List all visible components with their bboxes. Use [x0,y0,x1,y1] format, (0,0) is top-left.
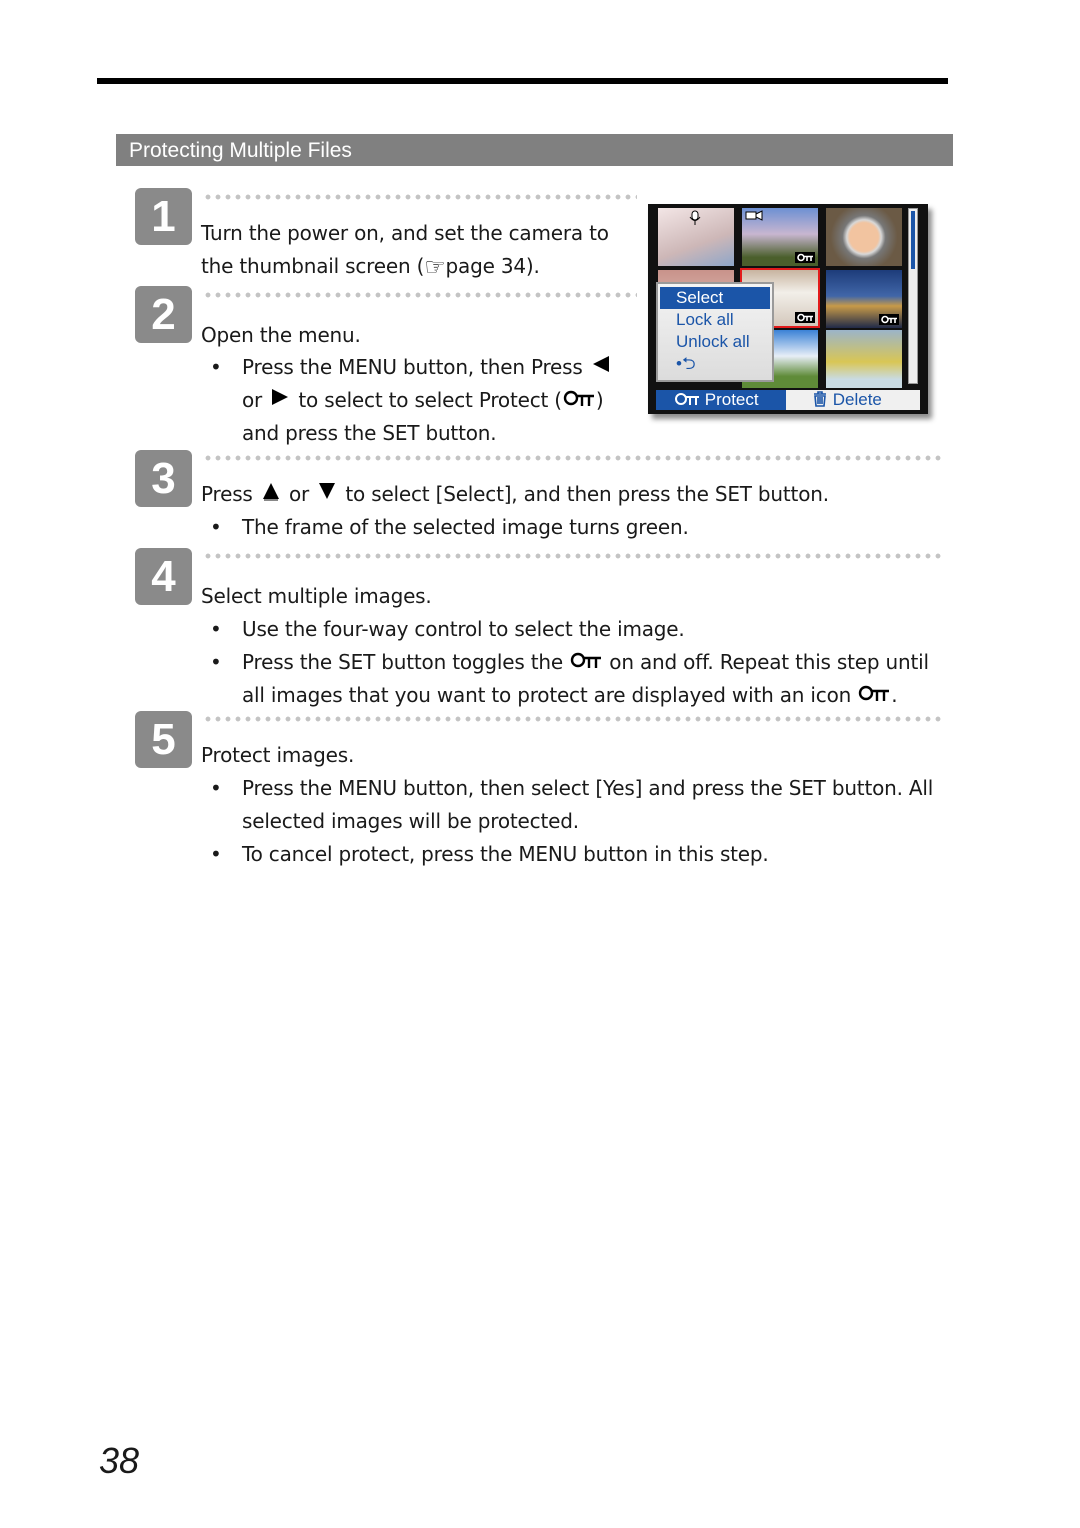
protect-menu: Select Lock all Unlock all •⮌ [656,282,774,382]
bullet-marker: • [210,617,222,641]
return-icon: •⮌ [676,354,696,373]
thumbnail-image[interactable] [826,208,902,266]
menu-item-unlock-all[interactable]: Unlock all [658,331,772,353]
step-2-bullet-line1: Press the MENU button, then Press [242,355,613,379]
trash-icon [814,391,826,407]
protect-key-icon [859,685,890,701]
thumbnail-image[interactable] [826,330,902,388]
protect-tab[interactable]: Protect [656,390,786,410]
step-1-text: Turn the power on, and set the camera to [201,221,609,245]
scrollbar[interactable] [908,208,918,384]
thumbnail-image[interactable] [742,208,818,266]
right-arrow-icon [272,389,289,405]
protect-key-icon [563,390,594,406]
camera-thumbnail-screen: Select Lock all Unlock all •⮌ Protect De… [648,204,928,414]
protect-key-icon [570,652,602,668]
menu-item-lock-all[interactable]: Lock all [658,309,772,331]
down-arrow-icon [319,483,336,499]
dotted-divider [203,455,943,461]
scrollbar-thumb[interactable] [911,211,915,269]
dotted-divider [203,194,637,200]
camera-bottom-bar: Protect Delete [656,390,920,410]
step-3-bullet: The frame of the selected image turns gr… [242,515,689,539]
step-2-bullet-line3: and press the SET button. [242,421,497,445]
step-4-bullet-2-cont: all images that you want to protect are … [242,683,898,707]
step-2-bullet-line2: or to select to select Protect () [242,388,604,412]
lock-icon [795,312,815,323]
dotted-divider [203,553,943,559]
delete-tab[interactable]: Delete [812,390,882,410]
step-5-bullet-1: Press the MENU button, then select [Yes]… [242,776,934,800]
step-number-5: 5 [135,711,192,768]
step-3-heading: Press or to select [Select], and then pr… [201,482,829,506]
step-number-1: 1 [135,188,192,245]
pointing-hand-icon: ☞ [424,253,446,281]
bullet-marker: • [210,515,222,539]
top-rule [97,78,948,84]
thumbnail-image[interactable] [826,270,902,328]
up-arrow-icon [262,483,279,499]
step-2-heading: Open the menu. [201,323,361,347]
bullet-marker: • [210,650,222,674]
menu-item-select[interactable]: Select [660,287,770,309]
voice-memo-icon [689,210,701,225]
lock-icon [879,314,899,325]
menu-item-return[interactable]: •⮌ [658,353,772,375]
step-5-bullet-1-cont: selected images will be protected. [242,809,579,833]
step-4-bullet-2: Press the SET button toggles the on and … [242,650,929,674]
step-number-4: 4 [135,548,192,605]
protect-key-icon [675,393,699,405]
bullet-marker: • [210,776,222,800]
step-4-heading: Select multiple images. [201,584,432,608]
step-number-3: 3 [135,450,192,507]
thumbnail-image[interactable] [658,208,734,266]
dotted-divider [203,716,943,722]
lock-icon [795,252,815,263]
bullet-marker: • [210,842,222,866]
section-header: Protecting Multiple Files [116,134,953,166]
step-5-heading: Protect images. [201,743,355,767]
dotted-divider [203,292,637,298]
step-1-text-line2: the thumbnail screen (☞page 34). [201,253,540,281]
movie-icon [745,210,763,221]
step-5-bullet-2: To cancel protect, press the MENU button… [242,842,769,866]
bullet-marker: • [210,355,222,379]
step-4-bullet-1: Use the four-way control to select the i… [242,617,685,641]
page-number: 38 [99,1440,140,1481]
left-arrow-icon [592,356,609,372]
step-number-2: 2 [135,286,192,343]
